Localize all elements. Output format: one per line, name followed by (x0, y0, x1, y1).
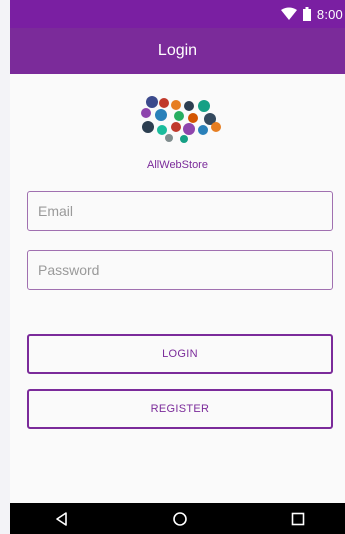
status-time: 8:00 (316, 6, 343, 22)
page-title: Login (157, 42, 198, 59)
battery-icon (302, 7, 311, 21)
password-placeholder: Password (38, 262, 100, 278)
wifi-icon (280, 7, 297, 20)
brand-name: AllWebStore (147, 159, 208, 171)
register-button[interactable]: REGISTER (27, 389, 333, 429)
back-icon[interactable] (54, 511, 70, 527)
password-field[interactable]: Password (27, 250, 333, 290)
left-edge-strip (0, 0, 10, 534)
app-bar: Login (10, 28, 345, 74)
home-icon[interactable] (172, 511, 188, 527)
status-icons: 8:00 (280, 6, 343, 22)
email-placeholder: Email (38, 203, 74, 219)
recent-apps-icon[interactable] (290, 511, 306, 527)
phone-screen: 8:00 Login AllWebStore Email Password LO… (10, 0, 345, 534)
login-content: AllWebStore Email Password LOGIN REGISTE… (10, 74, 345, 503)
register-button-label: REGISTER (150, 403, 210, 415)
navigation-bar (10, 503, 345, 534)
email-field[interactable]: Email (27, 191, 333, 231)
login-button-label: LOGIN (162, 348, 198, 360)
login-button[interactable]: LOGIN (27, 334, 333, 374)
status-bar: 8:00 (10, 0, 345, 28)
app-logo (141, 96, 221, 143)
